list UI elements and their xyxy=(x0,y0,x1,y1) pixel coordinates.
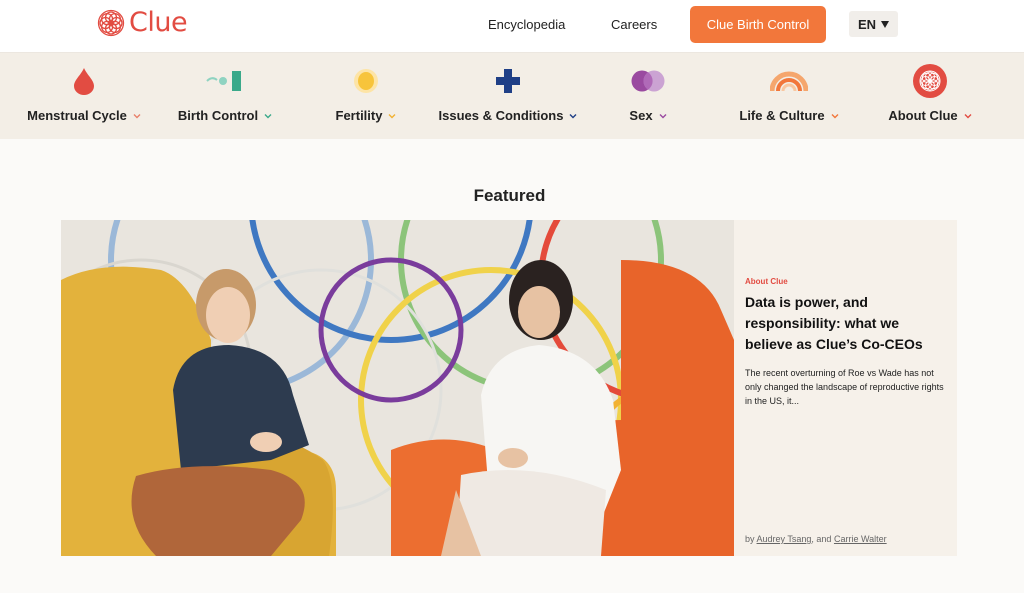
nav-label-life-culture: Life & Culture xyxy=(739,108,825,123)
pill-pack-icon xyxy=(206,61,244,101)
overlapping-circles-icon xyxy=(630,61,666,101)
chevron-down-icon xyxy=(133,113,141,118)
nav-label-fertility: Fertility xyxy=(335,108,383,123)
nav-label-about-clue: About Clue xyxy=(888,108,958,123)
egg-icon xyxy=(353,61,379,101)
clue-birth-control-button[interactable]: Clue Birth Control xyxy=(690,6,826,43)
nav-label-birth-control: Birth Control xyxy=(177,108,259,123)
nav-item-issues-conditions[interactable]: Issues & Conditions xyxy=(438,53,577,139)
clue-flower-icon xyxy=(913,61,947,101)
careers-link[interactable]: Careers xyxy=(611,17,657,33)
nav-item-about-clue[interactable]: About Clue xyxy=(887,53,973,139)
language-label: EN xyxy=(857,16,877,32)
chevron-down-icon xyxy=(264,113,272,118)
article-byline: by Audrey Tsang, and Carrie Walter xyxy=(745,534,887,544)
author-link-audrey-tsang[interactable]: Audrey Tsang xyxy=(757,534,812,544)
nav-item-menstrual-cycle[interactable]: Menstrual Cycle xyxy=(27,53,141,139)
top-header: Clue Encyclopedia Careers Clue Birth Con… xyxy=(0,0,1024,53)
clue-flower-icon xyxy=(97,9,125,37)
featured-article-card[interactable]: About Clue Data is power, and responsibi… xyxy=(734,220,957,556)
nav-label-menstrual-cycle: Menstrual Cycle xyxy=(27,108,127,123)
chevron-down-icon xyxy=(831,113,839,118)
category-nav: Menstrual Cycle Birth Control Fertility xyxy=(0,53,1024,139)
nav-item-birth-control[interactable]: Birth Control xyxy=(178,53,272,139)
chevron-down-icon xyxy=(964,113,972,118)
chevron-down-icon xyxy=(659,113,667,118)
rainbow-icon xyxy=(770,61,808,101)
encyclopedia-link[interactable]: Encyclopedia xyxy=(488,17,565,33)
nav-label-sex: Sex xyxy=(629,108,653,123)
chevron-down-icon xyxy=(388,113,396,118)
featured-article-image[interactable] xyxy=(61,220,734,556)
article-title[interactable]: Data is power, and responsibility: what … xyxy=(745,292,950,355)
nav-item-sex[interactable]: Sex xyxy=(626,53,670,139)
nav-item-fertility[interactable]: Fertility xyxy=(333,53,399,139)
author-link-carrie-walter[interactable]: Carrie Walter xyxy=(834,534,887,544)
nav-label-issues-conditions: Issues & Conditions xyxy=(438,108,564,123)
article-excerpt: The recent overturning of Roe vs Wade ha… xyxy=(745,368,944,406)
nav-item-life-culture[interactable]: Life & Culture xyxy=(739,53,839,139)
byline-prefix: by xyxy=(745,534,755,544)
featured-heading: Featured xyxy=(473,186,546,205)
caret-down-icon xyxy=(881,20,890,28)
medical-cross-icon xyxy=(496,61,520,101)
clue-logo-link[interactable]: Clue xyxy=(97,7,188,38)
chevron-down-icon xyxy=(569,113,577,118)
byline-separator: , and xyxy=(811,534,832,544)
blood-drop-icon xyxy=(73,61,95,101)
language-selector[interactable]: EN xyxy=(849,11,898,37)
logo-wordmark: Clue xyxy=(129,7,188,38)
article-category[interactable]: About Clue xyxy=(745,277,788,286)
